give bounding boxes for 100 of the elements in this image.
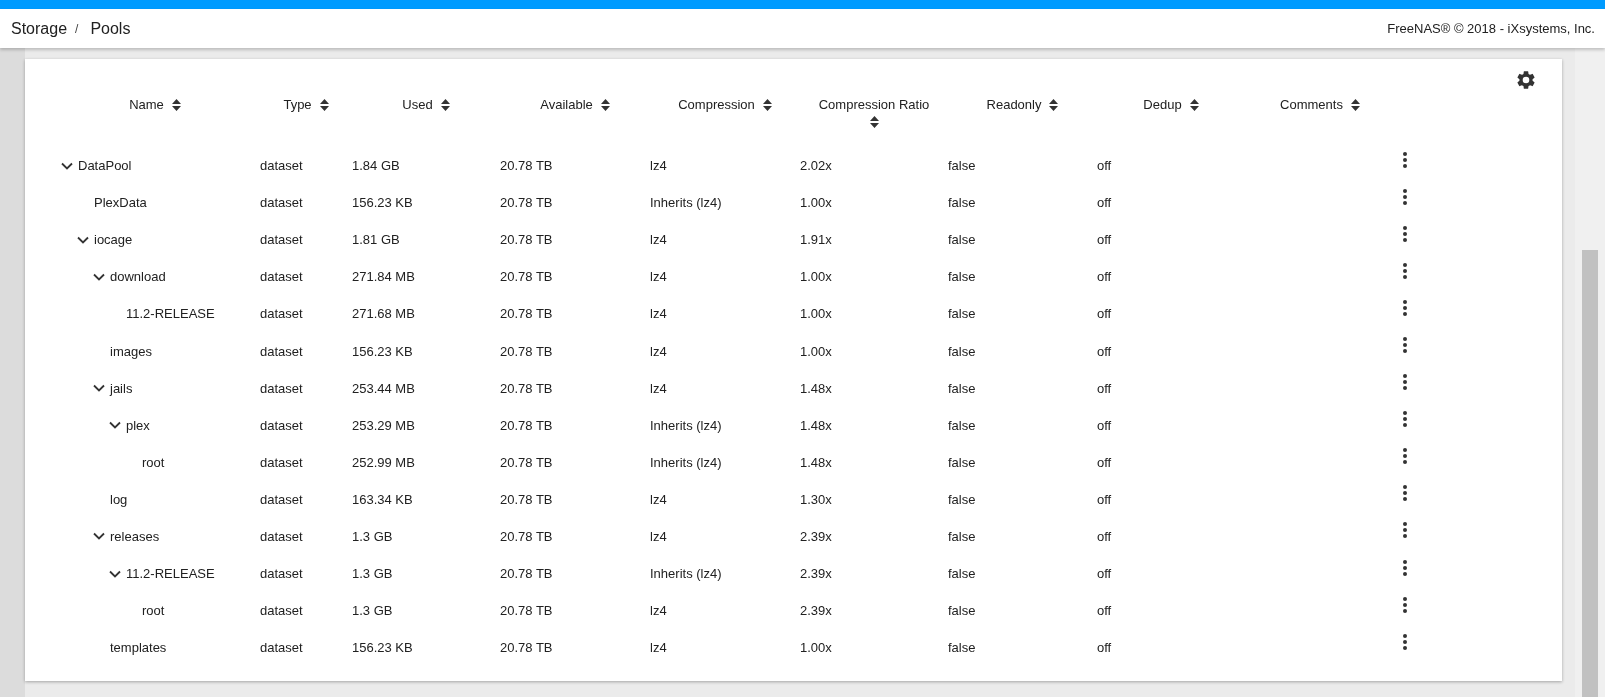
table-cell-text: Inherits (lz4) (650, 195, 723, 211)
sort-icon[interactable] (319, 98, 329, 111)
dataset-name: DataPool (78, 158, 132, 174)
dataset-name: iocage (94, 232, 133, 248)
table-cell-text: false (948, 232, 977, 248)
column-header[interactable]: Compression Ratio (818, 97, 930, 112)
table-cell-text: 20.78 TB (500, 417, 554, 433)
table-cell-text: 20.78 TB (500, 380, 554, 396)
table-cell-text: 252.99 MB (352, 454, 416, 470)
table-cell-text: Inherits (lz4) (650, 454, 723, 470)
more-icon[interactable] (1403, 188, 1407, 205)
table-cell-text: 20.78 TB (500, 566, 554, 582)
table-cell-text: 253.44 MB (352, 380, 416, 396)
table-cell-text: 1.3 GB (352, 566, 394, 582)
more-icon[interactable] (1403, 225, 1407, 242)
table-cell-text: 2.39x (800, 603, 833, 619)
column-header[interactable]: Used (402, 97, 433, 112)
more-icon[interactable] (1403, 596, 1407, 613)
dataset-name: releases (110, 529, 160, 544)
table-cell-text: 1.48x (800, 417, 833, 433)
table-cell-text: lz4 (650, 306, 668, 322)
column-header[interactable]: Available (540, 97, 593, 112)
table-cell-text: dataset (260, 603, 304, 619)
table-cell-text: off (1097, 232, 1113, 248)
sort-icon[interactable] (869, 116, 879, 128)
sort-icon[interactable] (171, 98, 181, 111)
table-cell-text: false (948, 380, 977, 396)
table-cell-text: 253.29 MB (352, 417, 416, 433)
table-cell-text: dataset (260, 566, 304, 582)
dataset-name: log (110, 491, 128, 507)
table-cell-text: false (948, 417, 977, 433)
table-cell-text: 20.78 TB (500, 491, 554, 507)
table-cell-text: dataset (260, 306, 304, 322)
more-icon[interactable] (1403, 374, 1407, 391)
sort-icon[interactable] (600, 98, 610, 111)
table-cell-text: 1.30x (800, 491, 833, 507)
more-icon[interactable] (1403, 262, 1407, 279)
table-cell-text: 20.78 TB (500, 269, 554, 285)
scrollbar-thumb[interactable] (1582, 250, 1598, 697)
more-icon[interactable] (1403, 299, 1407, 316)
table-cell-text: off (1097, 603, 1113, 619)
table-cell-text: 2.39x (800, 566, 833, 582)
table-cell-text: off (1097, 529, 1113, 544)
table-cell-text: 1.3 GB (352, 603, 394, 619)
dataset-name: plex (126, 417, 150, 433)
more-icon[interactable] (1403, 633, 1407, 650)
table-cell-text: dataset (260, 380, 304, 396)
more-icon[interactable] (1403, 485, 1407, 502)
table-cell-text: 1.91x (800, 232, 833, 248)
dataset-name: root (142, 454, 165, 470)
table-cell-text: false (948, 158, 977, 174)
column-header[interactable]: Type (283, 97, 312, 112)
table-cell-text: off (1097, 417, 1113, 433)
more-icon[interactable] (1403, 411, 1407, 428)
table-cell-text: dataset (260, 640, 304, 656)
more-icon[interactable] (1403, 151, 1407, 168)
table-cell-text: dataset (260, 158, 304, 174)
column-header[interactable]: Dedup (1143, 97, 1182, 112)
table-cell-text: 156.23 KB (352, 343, 414, 359)
breadcrumb-link[interactable]: Pools (90, 19, 131, 38)
table-cell-text: 2.02x (800, 158, 833, 174)
table-cell-text: 271.68 MB (352, 306, 416, 322)
column-header[interactable]: Compression (678, 97, 755, 112)
table-cell-text: 20.78 TB (500, 529, 554, 544)
table-cell-text: off (1097, 491, 1113, 507)
more-icon[interactable] (1403, 448, 1407, 465)
table-cell-text: false (948, 640, 977, 656)
table-cell-text: lz4 (650, 158, 668, 174)
sort-icon[interactable] (762, 98, 772, 111)
table-cell-text: 1.00x (800, 269, 833, 285)
table-cell-text: lz4 (650, 640, 668, 656)
breadcrumb-link[interactable]: Storage (11, 19, 68, 38)
sort-icon[interactable] (440, 98, 450, 111)
dataset-name: templates (110, 640, 167, 656)
table-cell-text: 20.78 TB (500, 603, 554, 619)
column-header[interactable]: Readonly (986, 97, 1042, 112)
dataset-name: jails (110, 380, 133, 396)
more-icon[interactable] (1403, 522, 1407, 539)
sort-icon[interactable] (1350, 98, 1360, 111)
table-cell-text: false (948, 195, 977, 211)
more-icon[interactable] (1403, 559, 1407, 576)
dataset-name: root (142, 603, 165, 619)
table-cell-text: 1.00x (800, 343, 833, 359)
table-cell-text: off (1097, 158, 1113, 174)
table-cell-text: lz4 (650, 269, 668, 285)
sort-icon[interactable] (1049, 98, 1059, 111)
more-icon[interactable] (1403, 337, 1407, 353)
table-cell-text: off (1097, 454, 1113, 470)
table-cell-text: false (948, 491, 977, 507)
column-header[interactable]: Comments (1280, 97, 1343, 112)
table-cell-text: dataset (260, 529, 304, 544)
column-header[interactable]: Name (129, 97, 164, 112)
table-cell-text: dataset (260, 195, 304, 211)
table-cell-text: lz4 (650, 343, 668, 359)
table-cell-text: 1.84 GB (352, 158, 401, 174)
sort-icon[interactable] (1189, 98, 1199, 111)
table-cell-text: 20.78 TB (500, 195, 554, 211)
dataset-name: PlexData (94, 195, 147, 211)
settings-icon[interactable] (1515, 69, 1537, 91)
table-cell-text: off (1097, 566, 1113, 582)
